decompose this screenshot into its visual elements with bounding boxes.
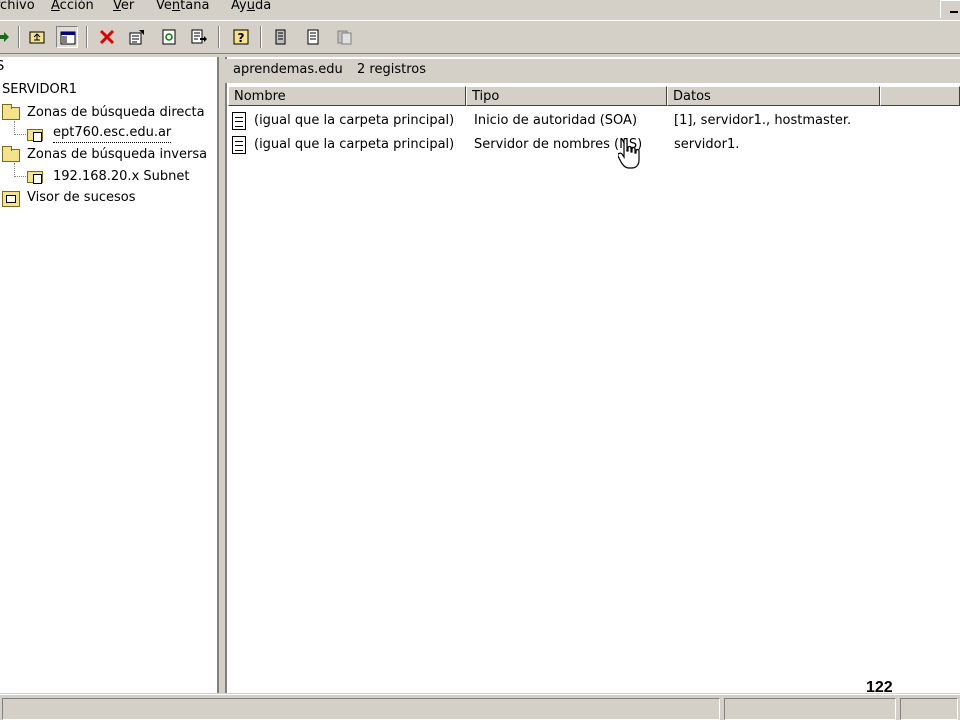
column-header-nombre[interactable]: Nombre	[228, 86, 466, 106]
column-header-datos[interactable]: Datos	[667, 86, 880, 106]
tree-item-reverse-zones[interactable]: Zonas de búsqueda inversa	[27, 145, 207, 165]
menu-accion[interactable]: Acción	[51, 0, 94, 13]
new-alias-button[interactable]	[334, 26, 356, 48]
hand-cursor-icon	[618, 138, 640, 169]
tree-item-forward-zones[interactable]: Zonas de búsqueda directa	[27, 103, 205, 123]
record-icon	[307, 29, 319, 45]
menu-ayuda[interactable]: Ayuda	[231, 0, 271, 13]
export-list-button[interactable]	[188, 26, 210, 48]
toolbar-separator	[18, 26, 20, 48]
tree-item-zone-ept760[interactable]: ept760.esc.edu.ar	[53, 123, 172, 143]
record-icon	[275, 29, 286, 45]
record-stack-icon	[337, 30, 352, 45]
toolbar-separator	[218, 26, 220, 48]
console-tree-icon	[60, 31, 76, 45]
delete-x-icon	[99, 29, 115, 45]
tree-root-fragment[interactable]: S	[0, 57, 4, 77]
status-bar	[0, 694, 960, 720]
refresh-icon	[162, 29, 176, 45]
cell-name: (igual que la carpeta principal)	[254, 137, 455, 152]
svg-text:?: ?	[238, 31, 245, 45]
tree-connector	[14, 121, 15, 135]
properties-button[interactable]	[126, 26, 148, 48]
console-tree[interactable]: S SERVIDOR1 Zonas de búsqueda directa ep…	[0, 57, 219, 693]
tree-item-event-viewer[interactable]: Visor de sucesos	[27, 188, 135, 208]
menu-ver[interactable]: Ver	[113, 0, 134, 13]
menu-archivo[interactable]: rchivo	[0, 0, 35, 13]
help-icon: ?	[233, 29, 249, 45]
table-row[interactable]: (igual que la carpeta principal) Inicio …	[230, 110, 950, 132]
column-header-tipo[interactable]: Tipo	[466, 86, 667, 106]
menu-bar: rchivo Acción Ver Ventana Ayuda	[0, 0, 960, 18]
zone-name: aprendemas.edu	[233, 62, 343, 77]
cell-name: (igual que la carpeta principal)	[254, 113, 455, 128]
cell-data: [1], servidor1., hostmaster.	[674, 113, 852, 128]
folder-icon	[2, 146, 20, 162]
toolbar-separator	[86, 26, 88, 48]
zone-icon	[27, 168, 45, 184]
refresh-button[interactable]	[158, 26, 180, 48]
tree-connector	[14, 134, 26, 135]
folder-up-icon	[29, 31, 45, 44]
tree-item-server[interactable]: SERVIDOR1	[2, 80, 77, 100]
window-minimize-button[interactable]	[940, 0, 960, 18]
new-host-button[interactable]	[302, 26, 324, 48]
status-panel-main	[2, 698, 720, 720]
cell-data: servidor1.	[674, 137, 740, 152]
record-count: 2 registros	[357, 62, 426, 77]
toolbar-separator	[260, 26, 262, 48]
menu-ventana[interactable]: Ventana	[156, 0, 209, 13]
show-hide-tree-button[interactable]	[56, 26, 78, 48]
help-button[interactable]: ?	[230, 26, 252, 48]
slide-number: 122	[866, 679, 893, 696]
folder-icon	[2, 104, 20, 120]
status-panel-2	[724, 698, 896, 720]
toolbar: ?	[0, 20, 960, 54]
export-list-icon	[191, 29, 207, 44]
cell-type: Inicio de autoridad (SOA)	[474, 113, 638, 128]
column-header-empty	[880, 86, 960, 106]
cell-type: Servidor de nombres (NS)	[474, 137, 643, 152]
record-icon	[232, 136, 246, 154]
record-icon	[232, 112, 246, 130]
arrow-right-icon	[0, 32, 9, 42]
tree-item-subnet[interactable]: 192.168.20.x Subnet	[53, 167, 189, 187]
tree-connector	[14, 176, 26, 177]
up-one-level-button[interactable]	[26, 26, 48, 48]
properties-icon	[129, 30, 144, 45]
details-header: aprendemas.edu 2 registros	[225, 59, 960, 83]
new-record-button[interactable]	[270, 26, 292, 48]
status-panel-3	[900, 698, 958, 720]
table-row[interactable]: (igual que la carpeta principal) Servido…	[230, 134, 950, 156]
tree-connector	[14, 163, 15, 177]
zone-icon	[27, 126, 45, 142]
delete-button[interactable]	[96, 26, 118, 48]
forward-button[interactable]	[0, 26, 14, 48]
event-viewer-icon	[2, 191, 20, 207]
